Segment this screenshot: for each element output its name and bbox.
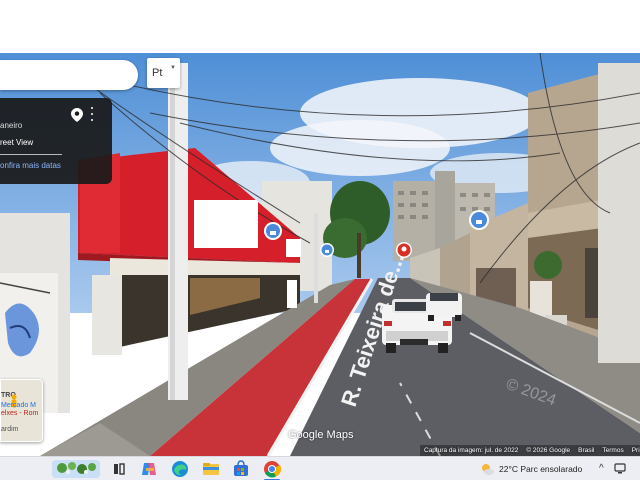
copyright: © 2026 Google xyxy=(526,447,571,454)
see-more-dates-link[interactable]: onfira mais datas xyxy=(0,161,61,170)
store-icon[interactable] xyxy=(232,460,250,478)
privacy-link[interactable]: Pri xyxy=(632,447,640,454)
minimap-label: Mercado M xyxy=(1,402,37,409)
taskbar: 22°C Parc ensolarado ^ xyxy=(0,456,640,480)
logo-google: Google xyxy=(288,429,324,441)
street-view-info-panel: aneiro reet View onfira mais datas xyxy=(0,98,112,184)
partly-sunny-icon xyxy=(482,464,494,475)
search-input[interactable] xyxy=(0,60,138,90)
chevron-down-icon: ▼ xyxy=(170,65,176,71)
place-marker-pin-red[interactable] xyxy=(396,242,412,258)
logo-maps: Maps xyxy=(326,429,354,441)
panel-title: reet View xyxy=(0,138,34,147)
widgets-icon[interactable] xyxy=(52,460,100,478)
language-selector[interactable]: Pt ▼ xyxy=(147,58,180,88)
system-tray-icon[interactable] xyxy=(614,463,626,474)
task-view-icon[interactable] xyxy=(110,460,128,478)
edge-icon[interactable] xyxy=(171,460,189,478)
more-options-icon[interactable] xyxy=(89,107,95,121)
privacy-blur-block xyxy=(287,280,297,308)
minimap[interactable]: TRO Mercado M elxes - Rom ardim xyxy=(0,379,43,442)
white-car xyxy=(426,293,462,321)
privacy-blur-block xyxy=(286,239,301,257)
place-marker-lock-2[interactable] xyxy=(320,243,334,257)
terms-link[interactable]: Termos xyxy=(602,447,623,454)
copilot-icon[interactable] xyxy=(140,460,158,478)
chevron-up-icon[interactable]: ^ xyxy=(599,463,604,474)
file-explorer-icon[interactable] xyxy=(202,460,220,478)
privacy-blur-block xyxy=(194,200,258,248)
minimap-label: ardim xyxy=(1,426,19,433)
minimap-label: elxes - Rom xyxy=(1,410,39,417)
weather-status[interactable]: 22°C Parc ensolarado xyxy=(499,464,582,474)
country-link[interactable]: Brasil xyxy=(578,447,594,454)
place-marker-lock-1[interactable] xyxy=(264,222,282,240)
map-pin-icon[interactable] xyxy=(71,108,83,122)
panel-divider xyxy=(0,154,62,155)
google-maps-logo: Google Maps xyxy=(288,429,353,441)
credits-bar: Captura da imagem: jul. de 2022 © 2026 G… xyxy=(424,447,640,454)
capture-date: Captura da imagem: jul. de 2022 xyxy=(424,447,519,454)
location-city: aneiro xyxy=(0,121,23,130)
chrome-icon[interactable] xyxy=(263,460,281,478)
place-marker-lock-3[interactable] xyxy=(469,210,489,230)
language-selector-label: Pt xyxy=(152,67,163,79)
screen: R. Teixeira de... © 2024 Pt ▼ aneiro ree… xyxy=(0,0,640,480)
